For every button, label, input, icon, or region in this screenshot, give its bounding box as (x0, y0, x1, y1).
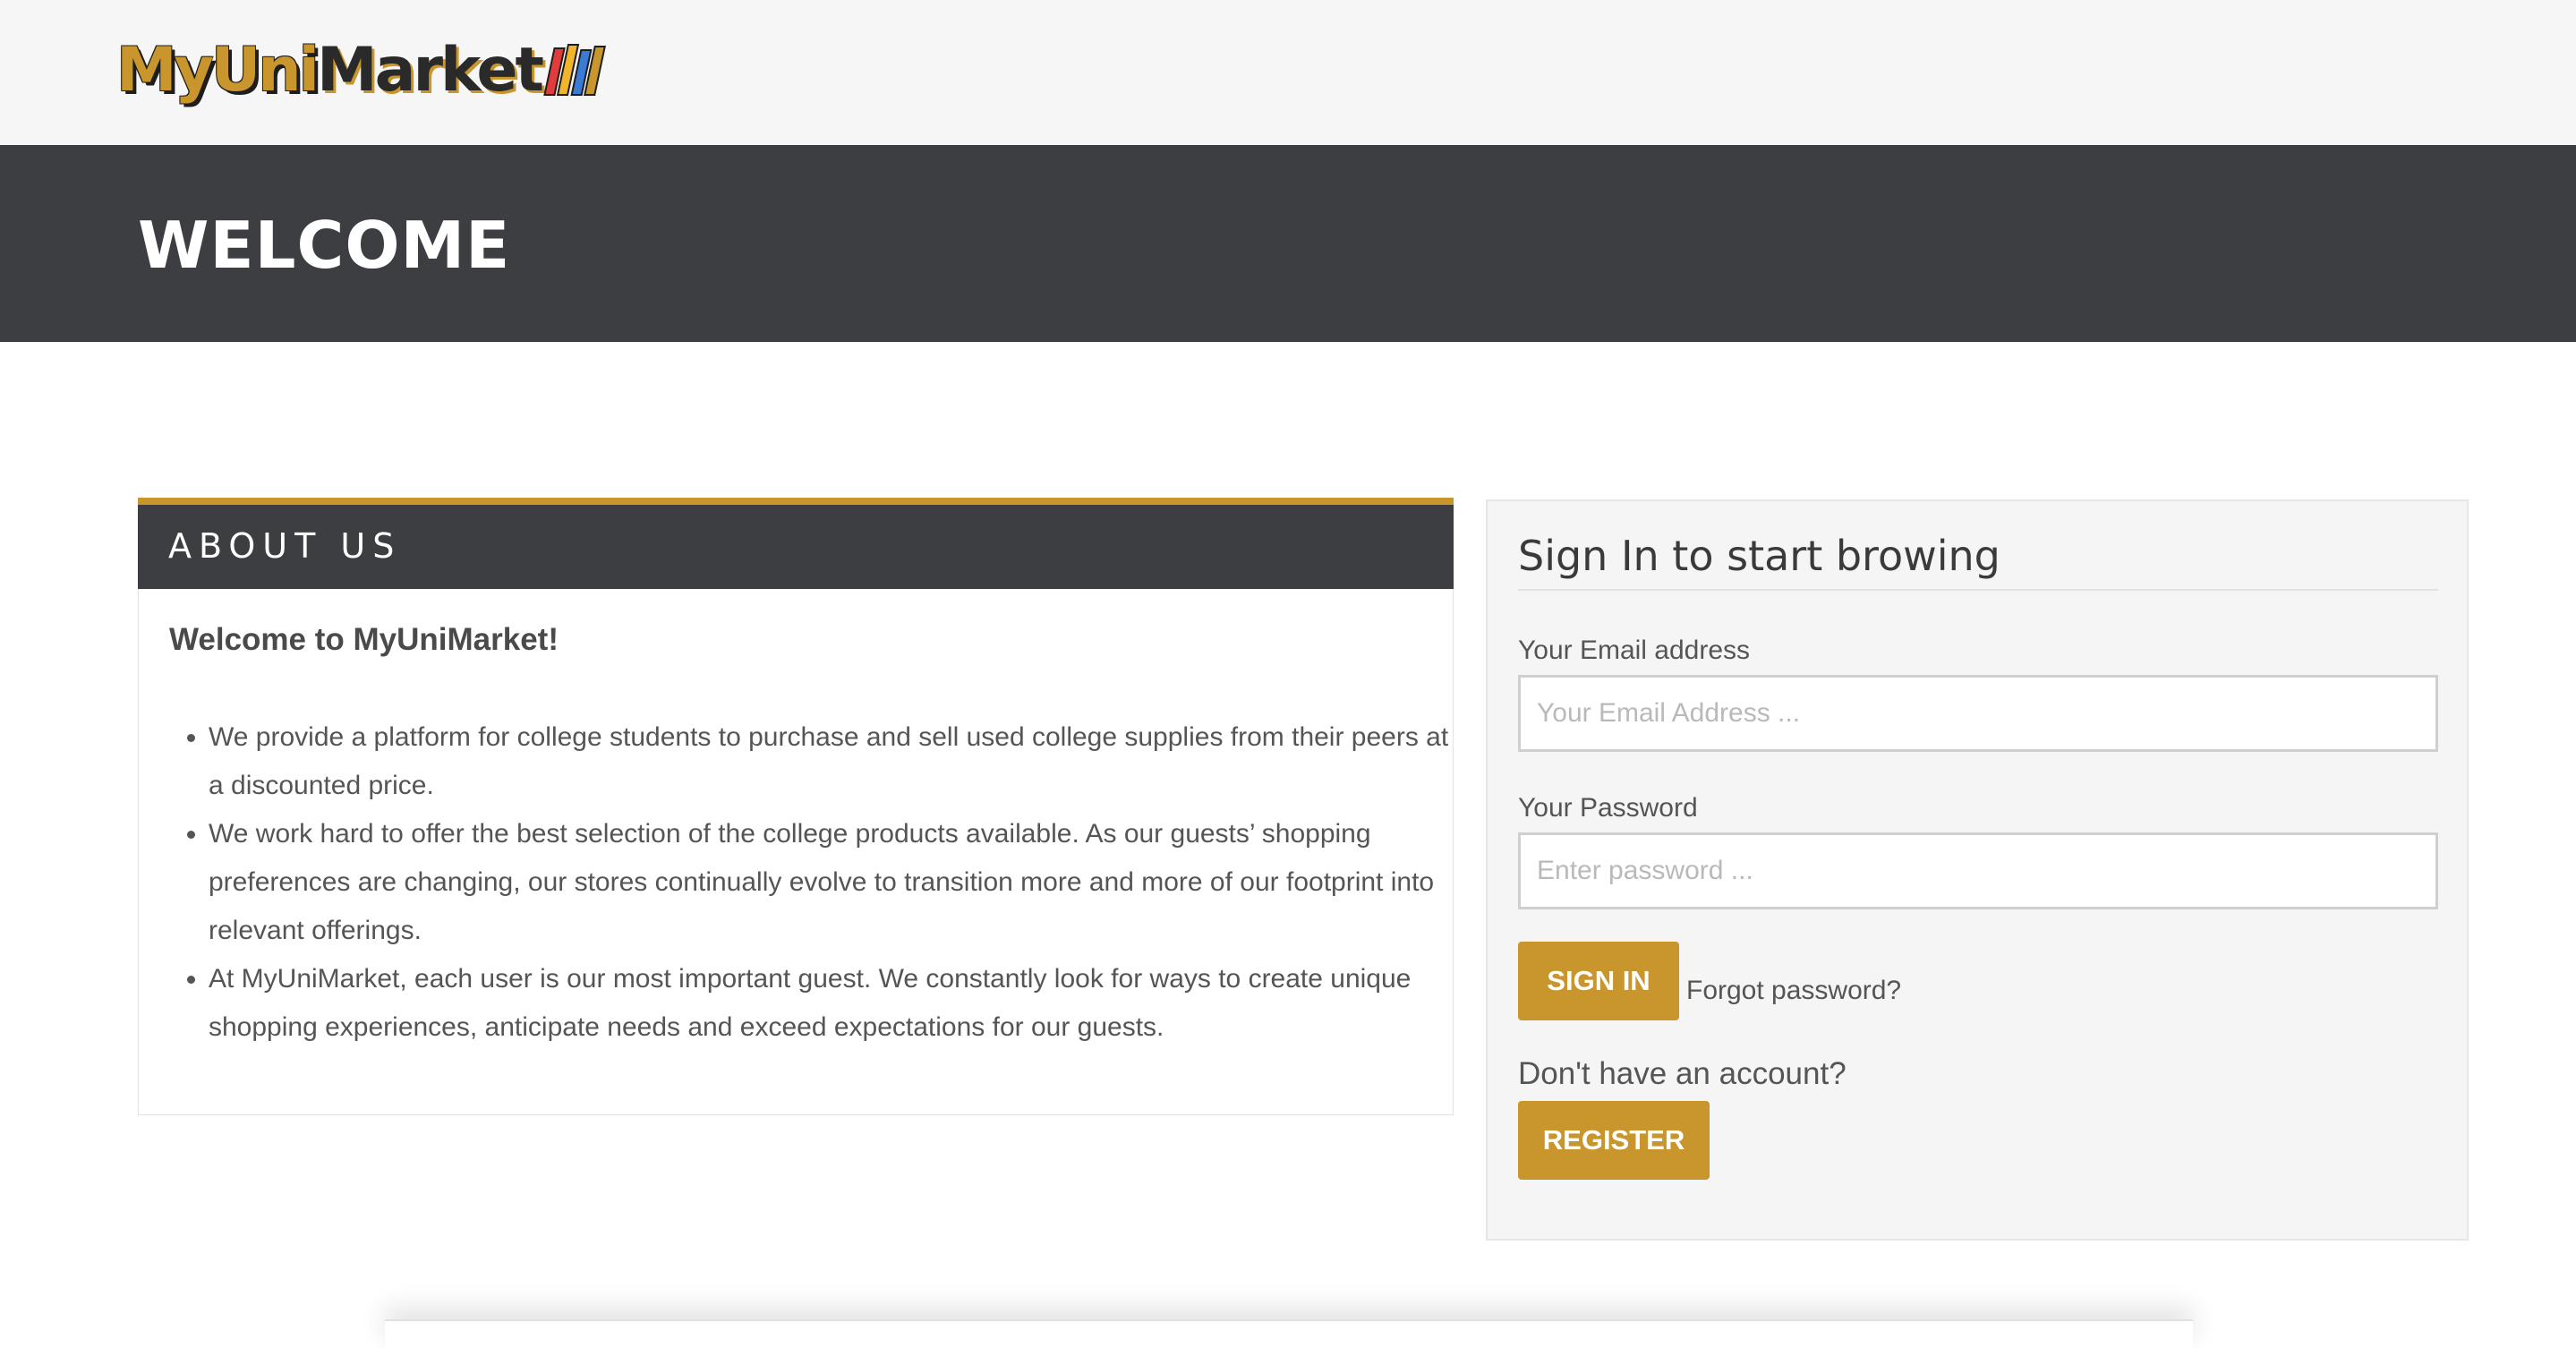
register-button[interactable]: REGISTER (1518, 1101, 1710, 1180)
sign-in-button[interactable]: SIGN IN (1518, 942, 1679, 1020)
password-label: Your Password (1518, 793, 1698, 823)
site-logo[interactable]: MyUniMarket (116, 32, 607, 109)
list-item: We work hard to offer the best selection… (209, 810, 1462, 955)
email-label: Your Email address (1518, 636, 1751, 665)
about-welcome-heading: Welcome to MyUniMarket! (169, 622, 559, 657)
books-icon (543, 44, 607, 96)
logo-wordmark: MyUniMarket (116, 35, 544, 106)
page-title: WELCOME (138, 208, 511, 283)
site-header: MyUniMarket (0, 0, 2576, 145)
forgot-password-link[interactable]: Forgot password? (1686, 976, 1901, 1006)
email-field[interactable] (1518, 675, 2438, 752)
about-us-title: ABOUT US (168, 526, 402, 566)
about-us-header: ABOUT US (138, 498, 1454, 589)
welcome-banner: WELCOME (0, 145, 2576, 342)
no-account-text: Don't have an account? (1518, 1056, 1847, 1091)
about-points-list: We provide a platform for college studen… (169, 713, 1462, 1052)
sign-in-title: Sign In to start browing (1518, 532, 2438, 591)
list-item: At MyUniMarket, each user is our most im… (209, 955, 1462, 1052)
list-item: We provide a platform for college studen… (209, 713, 1462, 810)
about-us-panel: ABOUT US Welcome to MyUniMarket! We prov… (138, 498, 1454, 1115)
footer-card-edge (385, 1319, 2193, 1348)
password-field[interactable] (1518, 832, 2438, 909)
sign-in-panel: Sign In to start browing Your Email addr… (1486, 499, 2469, 1241)
